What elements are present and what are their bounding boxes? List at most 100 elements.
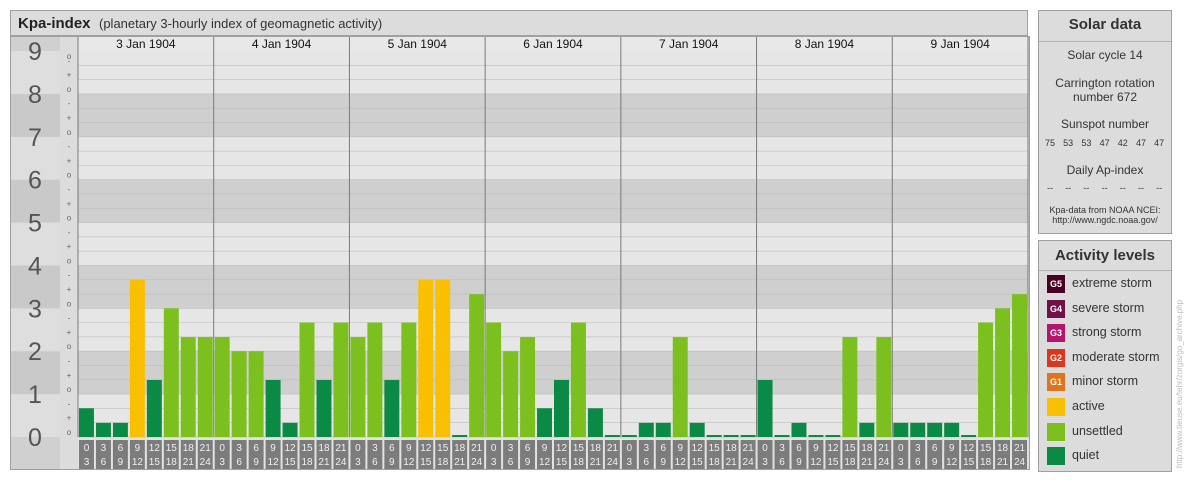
kp-bar (995, 308, 1011, 437)
hour-label-start: 12 (963, 443, 975, 454)
hour-label-end: 12 (403, 457, 415, 468)
y-subtick-label: + (67, 113, 72, 122)
hour-label-end: 18 (844, 457, 856, 468)
y-subtick-label: o (67, 428, 72, 437)
hour-label-end: 12 (539, 457, 551, 468)
activity-item: active (1047, 398, 1167, 416)
hour-label-start: 9 (677, 443, 683, 454)
kp-bar (537, 408, 552, 437)
kp-band (78, 179, 1028, 223)
activity-levels-panel: Activity levels G5 extreme storm G4 severe … (1038, 240, 1172, 472)
y-tick-label: 7 (28, 124, 42, 152)
hour-label-end: 18 (709, 457, 721, 468)
y-tick-label: 5 (28, 210, 42, 238)
kp-bar (774, 435, 790, 437)
sunspot-value: 53 (1081, 138, 1092, 148)
kp-bar (893, 422, 909, 437)
activity-swatch: G1 (1047, 373, 1065, 392)
hour-label-start: 3 (508, 443, 514, 454)
kp-band (78, 265, 1028, 309)
kp-bar (689, 422, 705, 437)
activity-divider (1039, 270, 1171, 271)
hour-label-start: 0 (762, 443, 768, 454)
kp-bar (95, 422, 111, 437)
y-subtick-label: o (67, 214, 72, 223)
y-subtick-label: - (68, 314, 71, 323)
day-label: 5 Jan 1904 (388, 37, 448, 51)
hour-label-start: 21 (743, 443, 755, 454)
hour-label-end: 12 (132, 457, 144, 468)
y-subtick-label: - (68, 228, 71, 237)
kp-bar (927, 422, 943, 437)
activity-item: G2 moderate storm (1047, 348, 1167, 367)
hour-label-end: 9 (932, 457, 938, 468)
y-subtick-label: + (67, 71, 72, 80)
ap-values: -- -- -- -- -- -- -- (1043, 183, 1167, 195)
kp-bar (842, 337, 858, 437)
kp-bar (910, 422, 926, 437)
carrington-line-1: Carrington rotation (1055, 76, 1155, 90)
hour-label-end: 12 (675, 457, 687, 468)
hour-label-end: 3 (627, 457, 633, 468)
activity-swatch (1047, 447, 1065, 466)
solar-cycle: Solar cycle 14 (1067, 48, 1143, 62)
kp-bar (740, 435, 756, 437)
ap-value: -- (1138, 183, 1144, 193)
source-line-1: Kpa-data from NOAA NCEI: (1049, 205, 1161, 215)
y-tick-label: 9 (28, 38, 42, 66)
kp-bar (859, 422, 875, 437)
hour-label-end: 15 (827, 457, 839, 468)
activity-swatch: G2 (1047, 348, 1065, 367)
day-label: 4 Jan 1904 (252, 37, 312, 51)
activity-label: minor storm (1072, 374, 1138, 389)
sunspot-value: 53 (1063, 138, 1074, 148)
y-subtick-label: o (67, 299, 72, 308)
hour-label-end: 21 (590, 457, 602, 468)
chart-title: Kpa-index (18, 15, 91, 32)
y-subtick-label: - (68, 142, 71, 151)
y-subtick-label: o (67, 85, 72, 94)
ap-value: -- (1156, 183, 1163, 193)
kp-bar (248, 351, 264, 437)
kp-bar (333, 322, 349, 437)
hour-label-end: 18 (437, 457, 449, 468)
day-label: 9 Jan 1904 (930, 37, 990, 51)
y-subtick-label: o (67, 128, 72, 137)
hour-label-start: 18 (726, 443, 738, 454)
hour-label-start: 18 (861, 443, 873, 454)
kp-bar (655, 422, 671, 437)
hour-label-start: 6 (796, 443, 802, 454)
y-subtick-label: + (67, 285, 72, 294)
y-subtick-label: + (67, 414, 72, 423)
sunspot-value: 47 (1135, 138, 1146, 148)
kp-bar (299, 322, 315, 437)
hour-label-end: 24 (743, 457, 755, 468)
hour-label-end: 21 (454, 457, 466, 468)
sunspot-value: 42 (1117, 138, 1128, 148)
sunspot-values: 75 53 53 47 42 47 47 (1043, 138, 1167, 150)
ap-value: -- (1047, 183, 1053, 193)
hour-label-end: 9 (118, 457, 124, 468)
hour-label-start: 6 (660, 443, 666, 454)
hour-label-end: 24 (200, 457, 212, 468)
hour-label-end: 24 (471, 457, 483, 468)
kp-band (78, 222, 1028, 266)
y-subtick-label: + (67, 242, 72, 251)
hour-label-end: 3 (84, 457, 90, 468)
source-line-2: http://www.ngdc.noaa.gov/ (1052, 215, 1158, 225)
hour-label-start: 21 (607, 443, 619, 454)
hour-label-end: 12 (810, 457, 822, 468)
hour-label-start: 9 (270, 443, 276, 454)
hour-label-start: 3 (915, 443, 921, 454)
activity-item: unsettled (1047, 422, 1167, 441)
hour-label-start: 12 (692, 443, 704, 454)
y-tick-label: 1 (28, 381, 42, 409)
y-subtick-label: + (67, 156, 72, 165)
hour-label-start: 18 (997, 443, 1009, 454)
kp-bar (197, 337, 213, 437)
hour-label-end: 3 (355, 457, 361, 468)
hour-label-end: 18 (166, 457, 178, 468)
kp-bar (554, 379, 569, 437)
y-subtick-label: o (67, 342, 72, 351)
kp-bar (112, 422, 128, 437)
